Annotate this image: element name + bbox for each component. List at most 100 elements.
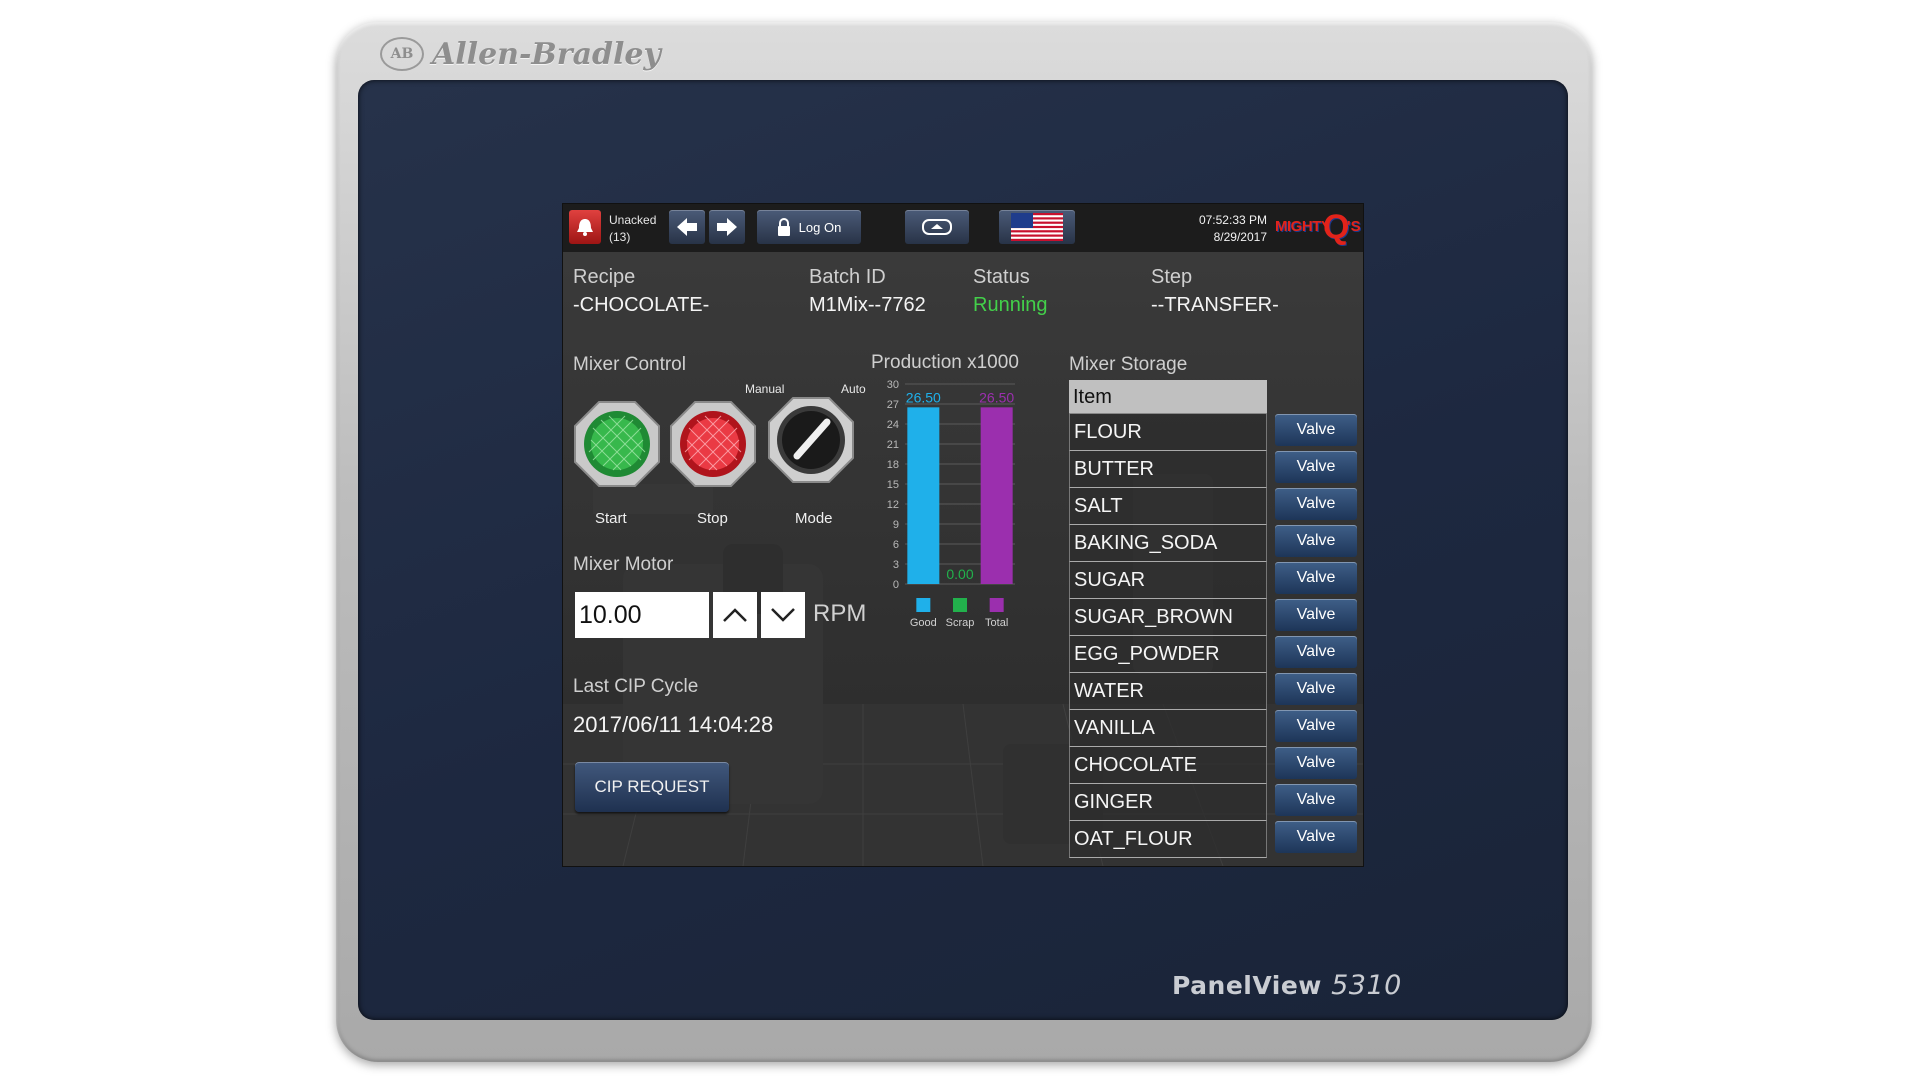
- logo-q: Q: [1323, 208, 1350, 246]
- y-tick-label: 9: [893, 519, 899, 531]
- valve-button[interactable]: Valve: [1275, 599, 1357, 631]
- table-row[interactable]: EGG_POWDER: [1069, 636, 1267, 673]
- table-row[interactable]: GINGER: [1069, 784, 1267, 821]
- stop-button[interactable]: [669, 400, 757, 488]
- table-row[interactable]: WATER: [1069, 673, 1267, 710]
- table-row[interactable]: FLOUR: [1069, 414, 1267, 451]
- unacked-count: (13): [609, 230, 631, 244]
- data-label: 26.50: [979, 389, 1014, 405]
- valve-button[interactable]: Valve: [1275, 673, 1357, 705]
- legend-swatch: [989, 598, 1004, 612]
- legend-swatch: [916, 598, 931, 612]
- status-value: Running: [973, 294, 1048, 316]
- y-tick-label: 3: [893, 559, 899, 571]
- forward-button[interactable]: [709, 210, 745, 244]
- table-row[interactable]: BUTTER: [1069, 451, 1267, 488]
- valve-button[interactable]: Valve: [1275, 710, 1357, 742]
- stop-label: Stop: [697, 510, 728, 527]
- valve-button[interactable]: Valve: [1275, 451, 1357, 483]
- valve-button[interactable]: Valve: [1275, 525, 1357, 557]
- step-label: Step: [1151, 266, 1193, 288]
- valve-button[interactable]: Valve: [1275, 488, 1357, 520]
- mode-manual-label: Manual: [745, 382, 785, 396]
- y-tick-label: 30: [887, 379, 899, 391]
- mixer-storage-title: Mixer Storage: [1069, 354, 1188, 375]
- log-on-button[interactable]: Log On: [757, 210, 861, 244]
- y-tick-label: 15: [887, 479, 899, 491]
- increment-button[interactable]: [713, 592, 757, 638]
- step-value: --TRANSFER-: [1151, 294, 1279, 316]
- chevron-up-icon: [723, 608, 747, 622]
- hmi-screen: Unacked (13) Log On 07:52:33 PM 8/29/201…: [562, 203, 1364, 867]
- table-row[interactable]: SUGAR_BROWN: [1069, 599, 1267, 636]
- valve-button[interactable]: Valve: [1275, 636, 1357, 668]
- mode-label: Mode: [795, 510, 833, 527]
- recipe-value: -CHOCOLATE-: [573, 294, 710, 316]
- unacked-label: Unacked: [609, 213, 657, 227]
- x-tick-label: Scrap: [946, 617, 975, 629]
- clock: 07:52:33 PM 8/29/2017: [1157, 212, 1267, 246]
- table-row[interactable]: CHOCOLATE: [1069, 747, 1267, 784]
- logo-s: 'S: [1347, 218, 1361, 235]
- valve-button[interactable]: Valve: [1275, 821, 1357, 853]
- us-flag-icon: [1011, 213, 1063, 241]
- y-tick-label: 24: [887, 419, 899, 431]
- mode-auto-label: Auto: [841, 382, 866, 396]
- arrow-left-icon: [677, 218, 697, 236]
- model-label: PanelView 5310: [1172, 970, 1402, 1001]
- x-tick-label: Good: [910, 617, 937, 629]
- data-label: 26.50: [906, 389, 941, 405]
- valve-button[interactable]: Valve: [1275, 747, 1357, 779]
- production-chart: 0 3 6 9 12 15 18 21 24 27 30 26.50 Good 0.00 Scrap 26.5…: [887, 379, 1015, 629]
- unacked-alarm-status: Unacked (13): [609, 212, 656, 246]
- chevron-down-icon: [771, 608, 795, 622]
- top-bar: Unacked (13) Log On 07:52:33 PM 8/29/201…: [563, 204, 1363, 252]
- table-row[interactable]: VANILLA: [1069, 710, 1267, 747]
- clock-time: 07:52:33 PM: [1198, 213, 1267, 227]
- model-name: PanelView: [1172, 971, 1322, 1000]
- y-tick-label: 21: [887, 439, 899, 451]
- valve-button[interactable]: Valve: [1275, 414, 1357, 446]
- alarm-button[interactable]: [569, 210, 601, 244]
- table-header-item: Item: [1069, 380, 1267, 414]
- bar: [980, 407, 1013, 584]
- table-row[interactable]: BAKING_SODA: [1069, 525, 1267, 562]
- decrement-button[interactable]: [761, 592, 805, 638]
- motor-speed-input[interactable]: 10.00: [575, 592, 709, 638]
- last-cip-title: Last CIP Cycle: [573, 676, 699, 697]
- mixer-motor-title: Mixer Motor: [573, 554, 674, 575]
- y-tick-label: 18: [887, 459, 899, 471]
- screen-toggle-button[interactable]: [905, 210, 969, 244]
- start-button[interactable]: [573, 400, 661, 488]
- y-tick-label: 12: [887, 499, 899, 511]
- brand-name: Allen-Bradley: [432, 36, 661, 72]
- log-on-label: Log On: [798, 219, 842, 235]
- legend-swatch: [953, 598, 967, 612]
- batch-id-value: M1Mix--7762: [809, 294, 926, 316]
- lock-icon: [777, 218, 790, 236]
- arrow-right-icon: [717, 218, 737, 236]
- brand-logo: AB: [380, 37, 424, 71]
- y-tick-label: 27: [887, 399, 899, 411]
- y-tick-label: 6: [893, 539, 899, 551]
- mixer-control-title: Mixer Control: [573, 354, 686, 375]
- recipe-label: Recipe: [573, 266, 636, 288]
- x-tick-label: Total: [985, 617, 1008, 629]
- table-row[interactable]: SUGAR: [1069, 562, 1267, 599]
- company-logo: MIGHTY Q 'S: [1273, 208, 1361, 246]
- eject-icon: [922, 219, 952, 235]
- valve-button[interactable]: Valve: [1275, 784, 1357, 816]
- language-button[interactable]: [999, 210, 1075, 244]
- alarm-bell-icon: [577, 219, 593, 236]
- cip-request-button[interactable]: CIP REQUEST: [575, 762, 729, 812]
- table-row[interactable]: SALT: [1069, 488, 1267, 525]
- back-button[interactable]: [669, 210, 705, 244]
- motor-unit-label: RPM: [813, 600, 867, 627]
- clock-date: 8/29/2017: [1213, 230, 1267, 244]
- y-tick-label: 0: [893, 579, 899, 591]
- mode-selector-switch[interactable]: [767, 396, 855, 484]
- table-row[interactable]: OAT_FLOUR: [1069, 821, 1267, 858]
- mixer-storage-table: Item FLOUR BUTTER SALT BAKING_SODA SUGAR SUGA…: [1069, 380, 1267, 858]
- valve-button[interactable]: Valve: [1275, 562, 1357, 594]
- data-label: 0.00: [946, 566, 973, 582]
